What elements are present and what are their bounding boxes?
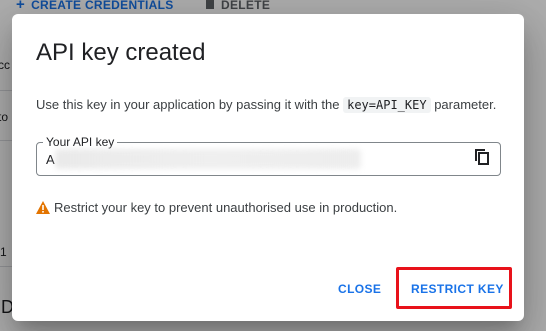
key-parameter-code: key=API_KEY	[343, 97, 431, 113]
restrict-key-button[interactable]: RESTRICT KEY	[411, 279, 504, 299]
copy-button[interactable]	[472, 148, 492, 170]
description-text: Use this key in your application by pass…	[36, 97, 344, 112]
api-key-label: Your API key	[43, 135, 118, 149]
api-key-field[interactable]: Your API key A	[36, 135, 501, 176]
description-text: parameter.	[430, 97, 497, 112]
api-key-dialog: API key created Use this key in your app…	[12, 14, 524, 321]
warning-icon	[36, 201, 50, 214]
warning-message: Restrict your key to prevent unauthorise…	[36, 200, 397, 215]
warning-text: Restrict your key to prevent unauthorise…	[54, 200, 398, 215]
api-key-redaction	[55, 149, 361, 169]
api-key-value[interactable]: A	[46, 152, 55, 167]
copy-icon	[475, 148, 489, 170]
dialog-title: API key created	[36, 39, 206, 66]
close-button[interactable]: CLOSE	[338, 279, 381, 299]
dialog-description: Use this key in your application by pass…	[36, 96, 506, 114]
